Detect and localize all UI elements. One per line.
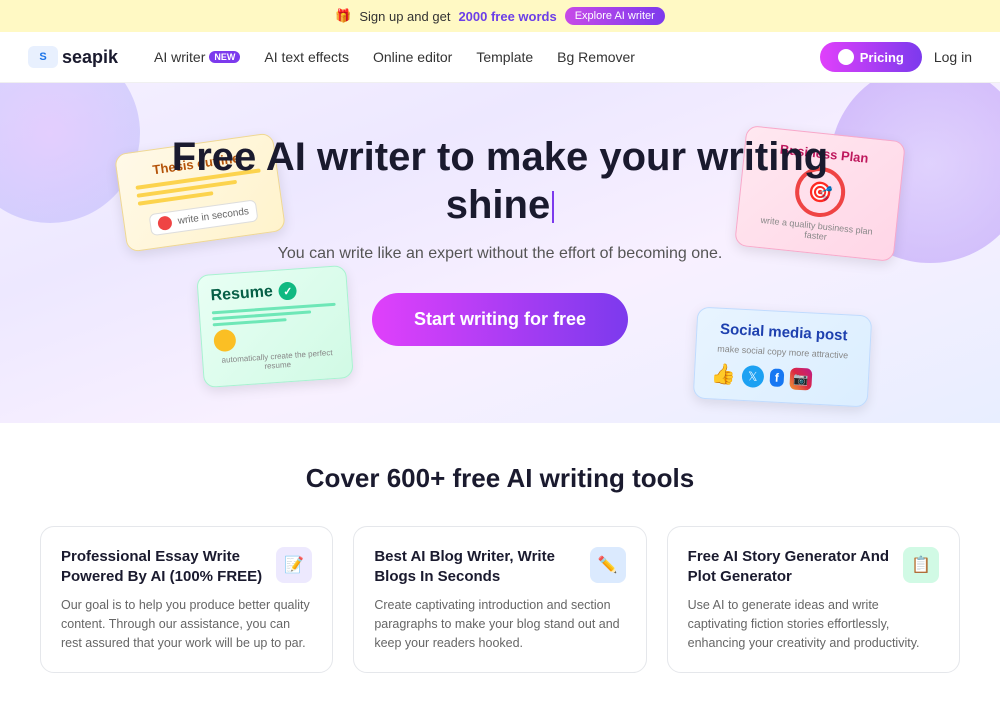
login-button[interactable]: Log in: [934, 49, 972, 65]
check-badge: ✓: [278, 281, 297, 300]
social-icons-row: 👍 𝕏 f 📷: [710, 361, 852, 393]
nav-links: AI writer NEW AI text effects Online edi…: [154, 49, 792, 65]
features-section: Cover 600+ free AI writing tools Profess…: [0, 423, 1000, 703]
logo-text: seapik: [62, 47, 118, 68]
feature-icon-2: 📋: [903, 547, 939, 583]
feature-card-title-1: Best AI Blog Writer, Write Blogs In Seco…: [374, 547, 589, 586]
card-resume: Resume ✓ automatically create the perfec…: [196, 265, 354, 388]
twitter-icon: 𝕏: [741, 364, 764, 387]
features-grid: Professional Essay Write Powered By AI (…: [40, 526, 960, 673]
ai-writer-label: AI writer: [154, 49, 205, 65]
logo[interactable]: S seapik: [28, 46, 118, 68]
blob-tr: [830, 83, 1000, 263]
resume-line-2: [212, 310, 311, 320]
logo-icon: S: [28, 46, 58, 68]
resume-card-text: automatically create the perfect resume: [215, 348, 340, 375]
hero-subtitle: You can write like an expert without the…: [250, 245, 750, 263]
resume-card-title: Resume ✓: [210, 279, 335, 306]
pricing-icon: [838, 49, 854, 65]
facebook-icon: f: [769, 368, 784, 387]
thumb-icon: 👍: [710, 361, 736, 387]
resume-line-1: [212, 303, 336, 315]
nav-online-editor[interactable]: Online editor: [373, 49, 452, 65]
cta-button[interactable]: Start writing for free: [372, 293, 628, 346]
nav-ai-writer[interactable]: AI writer NEW: [154, 49, 240, 65]
feature-card-1: Best AI Blog Writer, Write Blogs In Seco…: [353, 526, 646, 673]
blob-tl: [0, 83, 140, 223]
explore-ai-writer-button[interactable]: Explore AI writer: [565, 7, 665, 25]
nav-template[interactable]: Template: [476, 49, 533, 65]
hero-title: Free AI writer to make your writing shin…: [150, 133, 850, 229]
banner-gift-icon: 🎁: [335, 8, 351, 24]
feature-card-title-0: Professional Essay Write Powered By AI (…: [61, 547, 276, 586]
navbar: S seapik AI writer NEW AI text effects O…: [0, 32, 1000, 83]
feature-card-desc-0: Our goal is to help you produce better q…: [61, 596, 312, 652]
features-title: Cover 600+ free AI writing tools: [40, 463, 960, 494]
nav-right: Pricing Log in: [820, 42, 972, 72]
feature-card-header-2: Free AI Story Generator And Plot Generat…: [688, 547, 939, 586]
feature-card-2: Free AI Story Generator And Plot Generat…: [667, 526, 960, 673]
card-social: Social media post make social copy more …: [693, 306, 873, 407]
feature-card-header-1: Best AI Blog Writer, Write Blogs In Seco…: [374, 547, 625, 586]
banner-text: Sign up and get: [359, 9, 450, 24]
social-card-title: Social media post: [713, 320, 855, 344]
feature-card-desc-1: Create captivating introduction and sect…: [374, 596, 625, 652]
social-card-text: make social copy more attractive: [712, 343, 853, 360]
feature-card-title-2: Free AI Story Generator And Plot Generat…: [688, 547, 903, 586]
ai-writer-badge: NEW: [209, 51, 240, 63]
feature-card-header-0: Professional Essay Write Powered By AI (…: [61, 547, 312, 586]
resume-line-3: [213, 318, 287, 326]
resume-lines: [212, 303, 337, 327]
top-banner: 🎁 Sign up and get 2000 free words Explor…: [0, 0, 1000, 32]
hero-section: Thesis outline write in seconds Business…: [0, 83, 1000, 423]
feature-icon-0: 📝: [276, 547, 312, 583]
pricing-button[interactable]: Pricing: [820, 42, 922, 72]
resume-avatar: [213, 329, 236, 352]
instagram-icon: 📷: [789, 367, 812, 390]
feature-card-0: Professional Essay Write Powered By AI (…: [40, 526, 333, 673]
pricing-label: Pricing: [860, 50, 904, 65]
nav-ai-text-effects[interactable]: AI text effects: [264, 49, 349, 65]
banner-highlight: 2000 free words: [458, 9, 556, 24]
feature-icon-1: ✏️: [590, 547, 626, 583]
feature-card-desc-2: Use AI to generate ideas and write capti…: [688, 596, 939, 652]
nav-bg-remover[interactable]: Bg Remover: [557, 49, 635, 65]
cursor: [552, 191, 554, 223]
